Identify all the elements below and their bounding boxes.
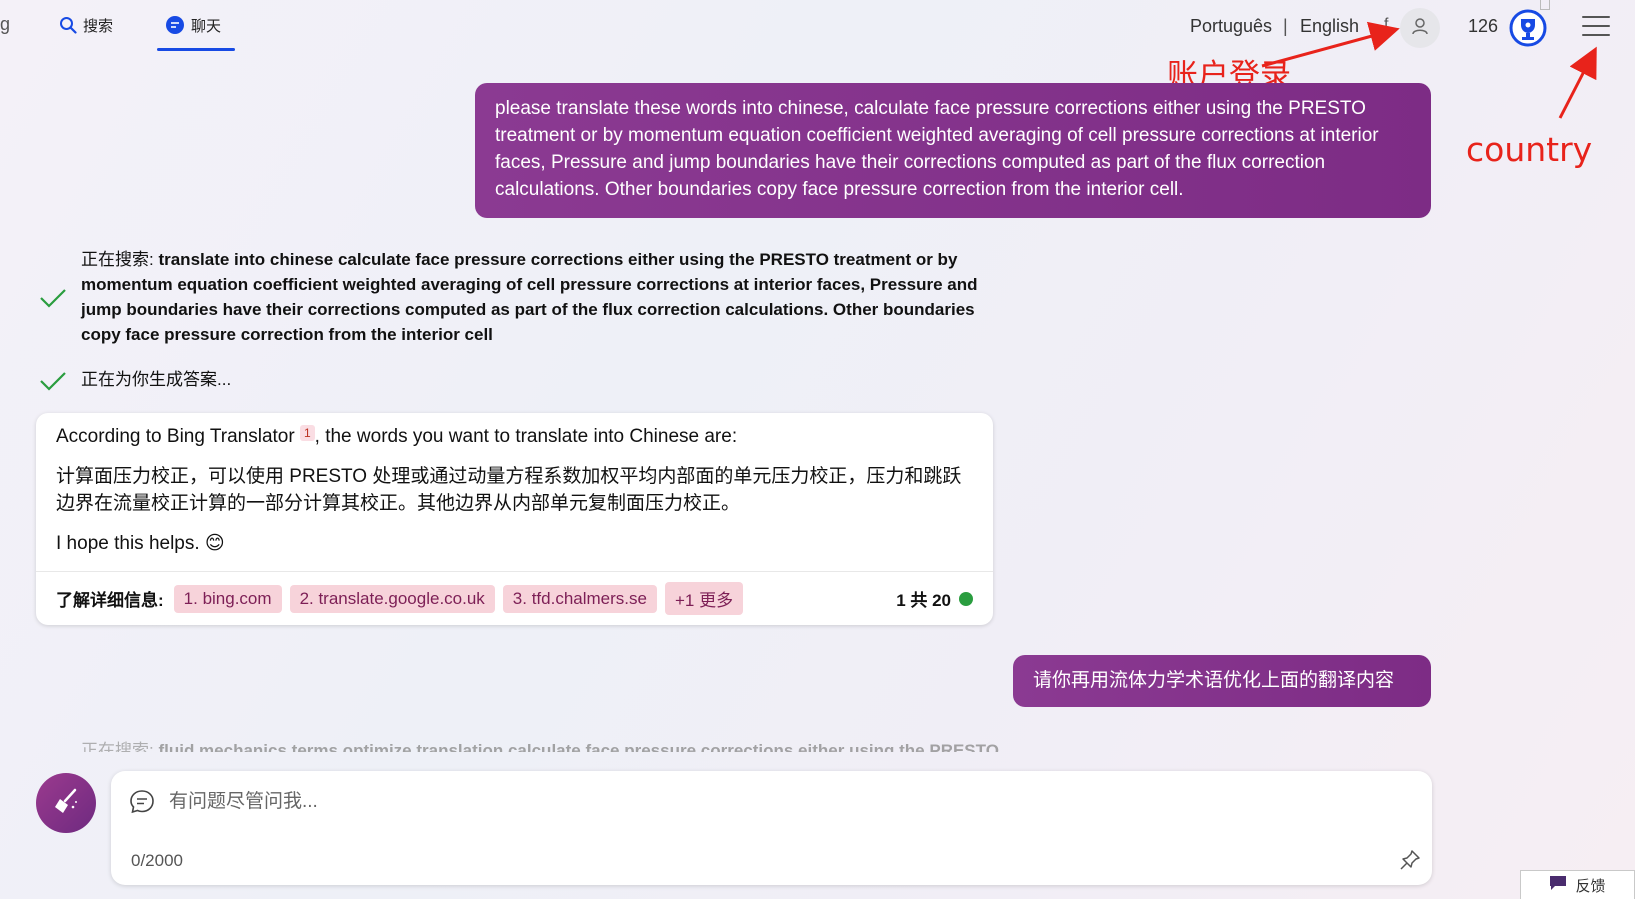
annotation-country: country [1466,130,1593,169]
check-icon [38,369,68,393]
hamburger-menu-button[interactable] [1582,16,1610,38]
account-avatar-button[interactable] [1400,8,1440,48]
language-link-english[interactable]: English [1300,16,1359,37]
search-progress-text: 正在搜索: translate into chinese calculate f… [81,247,1001,347]
tab-search-label: 搜索 [83,17,114,35]
learn-more-bar: 了解详细信息: 1. bing.com 2. translate.google.… [36,571,993,625]
search-progress-text: 正在搜索: fluid mechanics terms optimize tra… [81,738,1001,752]
search-icon [59,16,77,34]
active-tab-indicator [157,48,235,51]
answer-closing: I hope this helps. 😊 [56,533,225,554]
source-link-bing[interactable]: 1. bing.com [173,584,282,613]
tab-search[interactable]: 搜索 [59,12,113,38]
menu-icon-line [1582,25,1610,27]
search-progress-query: fluid mechanics terms optimize translati… [158,741,999,752]
trophy-icon [1508,9,1548,52]
status-dot [959,591,973,606]
citation-link[interactable]: 1 [299,425,315,441]
broom-icon [51,786,81,821]
tab-chat[interactable]: 聊天 [165,12,221,38]
corner-mark [1540,0,1550,10]
answer-translation: 计算面压力校正，可以使用 PRESTO 处理或通过动量方程系数加权平均内部面的单… [56,466,962,514]
character-counter: 0/2000 [131,851,183,870]
answer-intro-before: According to Bing Translator [56,426,295,447]
language-separator: | [1283,16,1288,36]
response-counter-text: 1 共 20 [896,591,951,610]
generating-answer-text: 正在为你生成答案... [81,370,232,389]
tab-chat-label: 聊天 [191,17,222,35]
answer-intro: According to Bing Translator 1, the word… [56,423,973,450]
feedback-icon [1549,875,1567,895]
rewards-trophy-button[interactable] [1508,8,1548,48]
user-icon [1410,16,1430,41]
response-counter: 1 共 20 [896,586,973,611]
chat-bubble-icon [129,789,155,820]
source-link-google-translate[interactable]: 2. translate.google.co.uk [289,584,495,613]
more-sources-button[interactable]: +1 更多 [664,582,744,615]
answer-intro-after: , the words you want to translate into C… [314,426,738,447]
learn-more-label: 了解详细信息: [56,591,164,610]
new-topic-button[interactable] [36,773,96,833]
search-progress-prefix: 正在搜索: [81,250,159,269]
feedback-button[interactable]: 反馈 [1520,870,1635,899]
feedback-label: 反馈 [1575,877,1606,895]
user-message-bubble: please translate these words into chines… [475,83,1431,218]
rewards-points: 126 [1468,16,1499,36]
chat-icon [165,15,185,35]
nav-edge-letter: g [0,14,11,34]
check-icon [38,286,68,310]
chat-prompt-input[interactable] [169,787,1369,817]
menu-icon-line [1582,16,1610,18]
user-message-bubble: 请你再用流体力学术语优化上面的翻译内容 [1013,655,1431,707]
search-progress-prefix: 正在搜索: [81,741,159,752]
source-link-chalmers[interactable]: 3. tfd.chalmers.se [502,584,657,613]
language-link-portuguese[interactable]: Português [1190,16,1272,37]
answer-card: According to Bing Translator 1, the word… [36,413,993,625]
menu-icon-line [1582,34,1610,36]
chat-input-box: 0/2000 [111,771,1432,885]
search-progress-query: translate into chinese calculate face pr… [81,250,978,344]
truncated-text: f [1384,16,1389,33]
pin-icon[interactable] [1399,849,1421,876]
